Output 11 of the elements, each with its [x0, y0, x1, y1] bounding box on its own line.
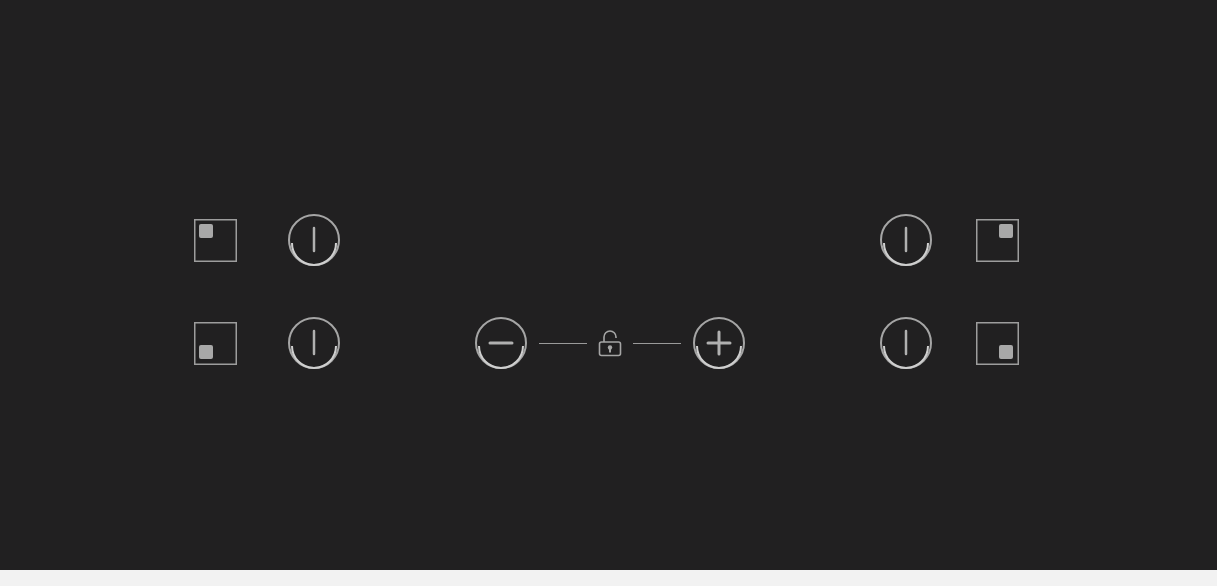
- power-button[interactable]: [287, 316, 341, 370]
- power-button[interactable]: [287, 213, 341, 267]
- cooking-zone-indicator: [976, 321, 1019, 365]
- cooking-zone-indicator: [194, 321, 237, 365]
- plus-button[interactable]: [692, 316, 746, 370]
- minus-button[interactable]: [474, 316, 528, 370]
- cooking-zone-indicator: [976, 218, 1019, 262]
- power-button[interactable]: [879, 213, 933, 267]
- cooking-zone-indicator: [194, 218, 237, 262]
- unlocked-padlock-icon[interactable]: [598, 329, 622, 357]
- power-button[interactable]: [879, 316, 933, 370]
